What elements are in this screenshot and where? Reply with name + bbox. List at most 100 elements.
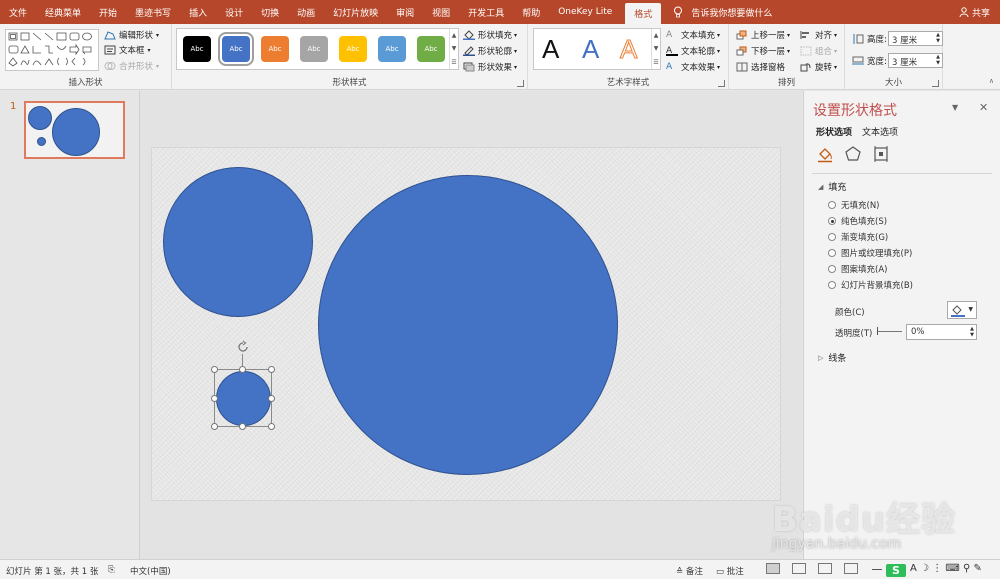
shape-outline-button[interactable]: 形状轮廓 ▾ <box>463 45 517 57</box>
bring-forward-button[interactable]: 上移一层 ▾ <box>736 29 790 41</box>
radio-solid-fill[interactable]: 纯色填充(S) <box>828 215 887 227</box>
fill-color-picker[interactable]: ▼ <box>947 301 977 319</box>
zoom-out-icon[interactable] <box>872 569 882 570</box>
expand-gallery-icon[interactable]: ☰ <box>451 59 456 66</box>
spell-check-icon[interactable]: ⎘ <box>108 565 115 575</box>
tab-design[interactable]: 设计 <box>216 0 252 24</box>
shapes-gallery[interactable] <box>5 29 99 71</box>
selection-pane-button[interactable]: 选择窗格 <box>736 61 785 73</box>
spin-icon[interactable]: ▲ ▼ <box>970 326 974 338</box>
tab-help[interactable]: 帮助 <box>513 0 549 24</box>
expand-gallery-icon[interactable]: ☰ <box>653 59 658 66</box>
rotate-handle-icon[interactable] <box>236 340 250 354</box>
radio-picture-fill[interactable]: 图片或纹理填充(P) <box>828 247 912 259</box>
slideshow-icon[interactable] <box>844 563 858 574</box>
resize-handle-left[interactable] <box>211 395 218 402</box>
dialog-launcher-icon[interactable] <box>932 80 939 87</box>
style-swatch-gold[interactable]: Abc <box>339 36 367 62</box>
tab-text-options[interactable]: 文本选项 <box>862 125 898 138</box>
tab-transitions[interactable]: 切换 <box>252 0 288 24</box>
size-properties-icon[interactable] <box>872 145 890 163</box>
group-objects-button[interactable]: 组合 ▾ <box>800 45 837 57</box>
close-icon[interactable]: ✕ <box>979 101 988 114</box>
tab-developer[interactable]: 开发工具 <box>459 0 513 24</box>
resize-handle-top[interactable] <box>239 366 246 373</box>
scroll-up-icon[interactable]: ▲ <box>452 32 457 39</box>
send-backward-button[interactable]: 下移一层 ▾ <box>736 45 790 57</box>
text-fill-button[interactable]: A 文本填充 ▾ <box>666 29 720 41</box>
spin-icon[interactable]: ▲ ▼ <box>936 32 940 44</box>
transparency-slider[interactable] <box>878 331 902 332</box>
tab-slideshow[interactable]: 幻灯片放映 <box>324 0 387 24</box>
scroll-down-icon[interactable]: ▼ <box>452 45 457 52</box>
slide-thumbnail-1[interactable] <box>24 101 125 159</box>
dialog-launcher-icon[interactable] <box>718 80 725 87</box>
style-swatch-green[interactable]: Abc <box>417 36 445 62</box>
tab-view[interactable]: 视图 <box>423 0 459 24</box>
rotate-button[interactable]: 旋转 ▾ <box>800 61 837 73</box>
tab-animations[interactable]: 动画 <box>288 0 324 24</box>
tab-ink[interactable]: 墨迹书写 <box>126 0 180 24</box>
effects-pentagon-icon[interactable] <box>844 145 862 163</box>
tab-home[interactable]: 开始 <box>90 0 126 24</box>
wordart-gallery-scroll[interactable]: ▲ ▼ ☰ <box>651 29 660 69</box>
tab-onekey-lite[interactable]: OneKey Lite <box>549 0 621 24</box>
radio-slide-background-fill[interactable]: 幻灯片背景填充(B) <box>828 279 913 291</box>
text-box-button[interactable]: 文本框 ▾ <box>104 44 151 56</box>
fill-line-icon[interactable] <box>816 145 834 163</box>
shape-effects-button[interactable]: 形状效果 ▾ <box>463 61 517 73</box>
transparency-input[interactable]: 0% ▲ ▼ <box>906 324 977 340</box>
resize-handle-top-right[interactable] <box>268 366 275 373</box>
resize-handle-bottom[interactable] <box>239 423 246 430</box>
style-swatch-orange[interactable]: Abc <box>261 36 289 62</box>
shape-fill-button[interactable]: 形状填充 ▾ <box>463 29 517 41</box>
tab-insert[interactable]: 插入 <box>180 0 216 24</box>
slide-sorter-icon[interactable] <box>792 563 806 574</box>
tab-classic-menu[interactable]: 经典菜单 <box>36 0 90 24</box>
tab-format[interactable]: 格式 <box>625 3 662 24</box>
scroll-down-icon[interactable]: ▼ <box>654 45 659 52</box>
wordart-style-blue[interactable]: A <box>582 34 599 64</box>
edit-shape-button[interactable]: 编辑形状 ▾ <box>104 29 159 41</box>
collapse-ribbon-icon[interactable]: ∧ <box>989 77 994 85</box>
gallery-scroll[interactable]: ▲ ▼ ☰ <box>449 29 458 69</box>
tab-shape-options[interactable]: 形状选项 <box>816 125 852 138</box>
normal-view-icon[interactable] <box>766 563 780 574</box>
resize-handle-bottom-left[interactable] <box>211 423 218 430</box>
style-swatch-lightblue[interactable]: Abc <box>378 36 406 62</box>
spin-icon[interactable]: ▲ ▼ <box>936 54 940 66</box>
radio-no-fill[interactable]: 无填充(N) <box>828 199 880 211</box>
wordart-style-black[interactable]: A <box>542 34 559 64</box>
resize-handle-bottom-right[interactable] <box>268 423 275 430</box>
text-effects-button[interactable]: A 文本效果 ▾ <box>666 61 720 73</box>
width-input[interactable]: 3 厘米 ▲ ▼ <box>888 53 943 68</box>
scroll-up-icon[interactable]: ▲ <box>654 32 659 39</box>
share-button[interactable]: 共享 <box>959 0 990 24</box>
ime-tray-icons[interactable]: A ☽ ⋮ ⌨ ⚲ ✎ <box>910 563 982 574</box>
dialog-launcher-icon[interactable] <box>517 80 524 87</box>
line-section-header[interactable]: ▷ 线条 <box>818 351 846 365</box>
tab-review[interactable]: 审阅 <box>387 0 423 24</box>
wordart-style-orange-outline[interactable]: A <box>619 34 637 65</box>
input-method-icon[interactable]: S <box>886 564 906 577</box>
fill-section-header[interactable]: ◢ 填充 <box>818 180 846 194</box>
merge-shapes-button[interactable]: 合并形状 ▾ <box>104 60 159 72</box>
comments-button[interactable]: ▭ 批注 <box>716 565 744 577</box>
circle-large[interactable] <box>318 175 618 475</box>
height-input[interactable]: 3 厘米 ▲ ▼ <box>888 31 943 46</box>
notes-button[interactable]: ≙ 备注 <box>676 565 703 577</box>
circle-small-selected[interactable] <box>216 371 271 426</box>
reading-view-icon[interactable] <box>818 563 832 574</box>
radio-pattern-fill[interactable]: 图案填充(A) <box>828 263 887 275</box>
circle-medium[interactable] <box>163 167 313 317</box>
style-swatch-gray[interactable]: Abc <box>300 36 328 62</box>
pane-options-icon[interactable]: ▼ <box>952 103 958 112</box>
tell-me-search[interactable]: 告诉我你想要做什么 <box>673 0 772 24</box>
language-indicator[interactable]: 中文(中国) <box>130 565 171 577</box>
text-outline-button[interactable]: A 文本轮廓 ▾ <box>666 45 720 57</box>
align-button[interactable]: 对齐 ▾ <box>800 29 837 41</box>
style-swatch-black[interactable]: Abc <box>183 36 211 62</box>
radio-gradient-fill[interactable]: 渐变填充(G) <box>828 231 888 243</box>
tab-file[interactable]: 文件 <box>0 0 36 24</box>
resize-handle-right[interactable] <box>268 395 275 402</box>
